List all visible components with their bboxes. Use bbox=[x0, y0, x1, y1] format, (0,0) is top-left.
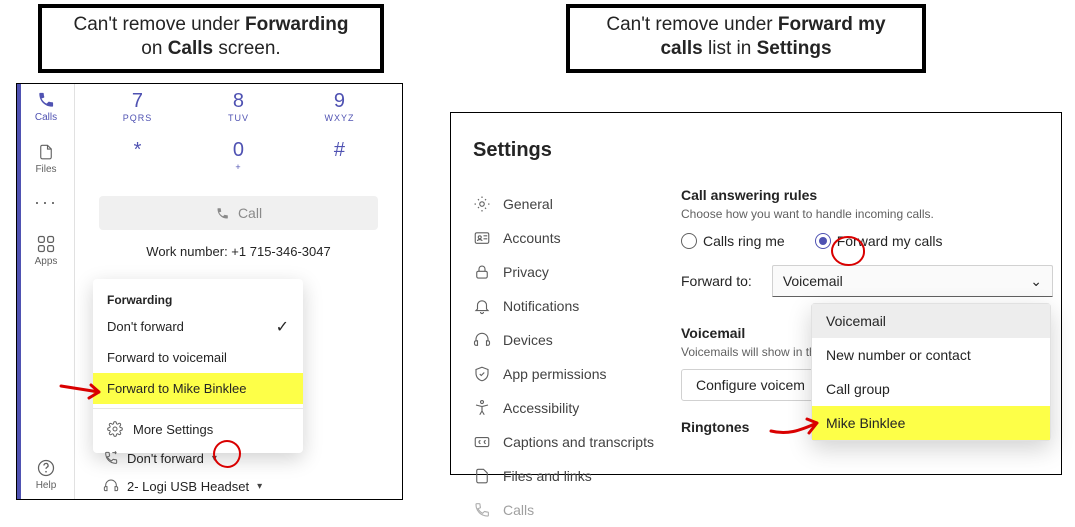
checkmark-icon: ✓ bbox=[276, 317, 289, 337]
section-heading: Call answering rules bbox=[681, 187, 1053, 203]
text-bold: Settings bbox=[757, 38, 832, 59]
forward-to-dropdown: Voicemail New number or contact Call gro… bbox=[811, 303, 1051, 441]
text-bold: calls bbox=[660, 38, 702, 59]
forward-to-row: Forward to: Voicemail ⌄ bbox=[681, 265, 1053, 297]
device-label: 2- Logi USB Headset bbox=[127, 479, 249, 494]
dropdown-call-group[interactable]: Call group bbox=[812, 372, 1050, 406]
radio-row: Calls ring me Forward my calls bbox=[681, 233, 1053, 249]
text: screen. bbox=[213, 38, 281, 59]
dial-7[interactable]: 7PQRS bbox=[88, 90, 188, 123]
forward-status-row[interactable]: Don't forward ▾ bbox=[103, 450, 217, 466]
gear-icon bbox=[473, 195, 491, 213]
shield-icon bbox=[473, 365, 491, 383]
text: Can't remove under bbox=[73, 14, 245, 35]
opt-dont-forward[interactable]: Don't forward ✓ bbox=[93, 311, 303, 342]
headset-icon bbox=[103, 478, 119, 494]
chevron-down-icon: ⌄ bbox=[1030, 273, 1042, 290]
opt-more-settings[interactable]: More Settings bbox=[93, 413, 303, 445]
rail-apps[interactable]: Apps bbox=[17, 234, 75, 267]
opt-forward-person[interactable]: Forward to Mike Binklee bbox=[93, 373, 303, 404]
text-bold: Forwarding bbox=[245, 14, 348, 35]
text-bold: Calls bbox=[168, 38, 213, 59]
caption-left: Can't remove under Forwarding on Calls s… bbox=[38, 4, 384, 73]
dial-9[interactable]: 9WXYZ bbox=[290, 90, 390, 123]
forward-status-label: Don't forward bbox=[127, 451, 204, 466]
radio-icon bbox=[681, 233, 697, 249]
forwarding-popup: Forwarding Don't forward ✓ Forward to vo… bbox=[93, 279, 303, 453]
radio-forward-my-calls[interactable]: Forward my calls bbox=[815, 233, 943, 249]
headset-icon bbox=[473, 331, 491, 349]
accessibility-icon bbox=[473, 399, 491, 417]
dial-hash[interactable]: # bbox=[290, 139, 390, 172]
left-rail: Calls Files ··· Apps Help bbox=[17, 84, 75, 499]
nav-notifications[interactable]: Notifications bbox=[465, 289, 662, 323]
radio-calls-ring-me[interactable]: Calls ring me bbox=[681, 233, 785, 249]
work-number: Work number: +1 715-346-3047 bbox=[87, 244, 390, 259]
help-icon bbox=[36, 458, 56, 478]
rail-calls[interactable]: Calls bbox=[17, 90, 75, 123]
rail-label: Files bbox=[17, 164, 75, 175]
apps-icon bbox=[36, 234, 56, 254]
rail-label: Help bbox=[17, 480, 75, 491]
device-row[interactable]: 2- Logi USB Headset ▾ bbox=[103, 478, 262, 494]
rail-files[interactable]: Files bbox=[17, 142, 75, 175]
dial-0[interactable]: 0+ bbox=[189, 139, 289, 172]
nav-calls[interactable]: Calls bbox=[465, 493, 662, 527]
text-bold: Forward my bbox=[778, 14, 886, 35]
text: list in bbox=[703, 38, 757, 59]
rail-label: Apps bbox=[17, 256, 75, 267]
dropdown-new-number[interactable]: New number or contact bbox=[812, 338, 1050, 372]
cc-icon bbox=[473, 433, 491, 451]
bell-icon bbox=[473, 297, 491, 315]
nav-accessibility[interactable]: Accessibility bbox=[465, 391, 662, 425]
nav-general[interactable]: General bbox=[465, 187, 662, 221]
call-label: Call bbox=[238, 205, 262, 221]
text: on bbox=[141, 38, 167, 59]
forward-to-select[interactable]: Voicemail ⌄ bbox=[772, 265, 1053, 297]
call-button[interactable]: Call bbox=[99, 196, 378, 230]
dial-star[interactable]: * bbox=[88, 139, 188, 172]
file-icon bbox=[37, 142, 55, 162]
id-icon bbox=[473, 229, 491, 247]
rail-more[interactable]: ··· bbox=[17, 192, 75, 213]
phone-icon bbox=[473, 501, 491, 519]
configure-voicemail-button[interactable]: Configure voicem bbox=[681, 369, 820, 401]
phone-icon bbox=[215, 206, 230, 221]
nav-files[interactable]: Files and links bbox=[465, 459, 662, 493]
page-title: Settings bbox=[473, 139, 552, 162]
separator bbox=[93, 408, 303, 409]
phone-icon bbox=[36, 90, 56, 110]
section-subtext: Choose how you want to handle incoming c… bbox=[681, 207, 1053, 221]
lock-icon bbox=[473, 263, 491, 281]
dropdown-voicemail[interactable]: Voicemail bbox=[812, 304, 1050, 338]
popup-header: Forwarding bbox=[93, 287, 303, 311]
dropdown-person[interactable]: Mike Binklee bbox=[812, 406, 1050, 440]
file-icon bbox=[473, 467, 491, 485]
chevron-down-icon: ▾ bbox=[257, 481, 262, 492]
forward-to-label: Forward to: bbox=[681, 273, 752, 289]
nav-privacy[interactable]: Privacy bbox=[465, 255, 662, 289]
text: Can't remove under bbox=[606, 14, 778, 35]
opt-forward-voicemail[interactable]: Forward to voicemail bbox=[93, 342, 303, 373]
gear-icon bbox=[107, 421, 123, 437]
radio-icon bbox=[815, 233, 831, 249]
caption-right: Can't remove under Forward my calls list… bbox=[566, 4, 926, 73]
rail-label: Calls bbox=[17, 112, 75, 123]
nav-accounts[interactable]: Accounts bbox=[465, 221, 662, 255]
settings-nav: General Accounts Privacy Notifications D… bbox=[465, 187, 662, 527]
rail-help[interactable]: Help bbox=[17, 458, 75, 491]
dial-8[interactable]: 8TUV bbox=[189, 90, 289, 123]
nav-devices[interactable]: Devices bbox=[465, 323, 662, 357]
nav-app-permissions[interactable]: App permissions bbox=[465, 357, 662, 391]
forward-icon bbox=[103, 450, 119, 466]
chevron-down-icon: ▾ bbox=[212, 453, 217, 464]
settings-screen: Settings General Accounts Privacy Notifi… bbox=[450, 112, 1062, 475]
nav-captions[interactable]: Captions and transcripts bbox=[465, 425, 662, 459]
calls-screen: Calls Files ··· Apps Help 7PQRS 8TUV 9WX… bbox=[16, 83, 403, 500]
